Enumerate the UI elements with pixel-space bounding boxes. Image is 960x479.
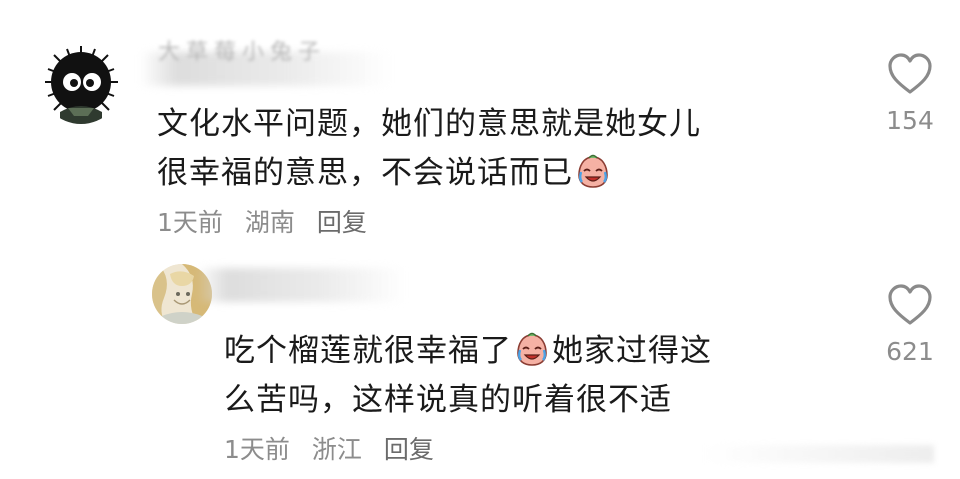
comment-meta: 1天前 浙江 回复 — [224, 430, 448, 466]
like-count: 154 — [886, 106, 934, 135]
comment-line: 文化水平问题，她们的意思就是她女儿 — [157, 106, 701, 142]
comment-location: 湖南 — [244, 208, 295, 237]
reply-button[interactable]: 回复 — [384, 435, 434, 464]
like-count: 621 — [886, 337, 934, 366]
comment-line: 么苦吗，这样说真的听着很不适 — [224, 382, 672, 418]
comment-line: 吃个榴莲就很幸福了 她家过得这 — [224, 327, 712, 376]
comment-location: 浙江 — [311, 435, 362, 464]
comment-text: 文化水平问题，她们的意思就是她女儿 很幸福的意思，不会说话而已 — [157, 100, 701, 198]
crying-face-emoji-icon — [573, 151, 613, 191]
comment-meta: 1天前 湖南 回复 — [157, 203, 381, 239]
watermark-blur — [704, 445, 934, 463]
heart-outline-icon[interactable] — [886, 283, 934, 327]
avatar[interactable] — [40, 42, 122, 124]
reply-button[interactable]: 回复 — [317, 208, 367, 237]
heart-outline-icon[interactable] — [886, 52, 934, 96]
like-button[interactable]: 621 — [875, 283, 945, 366]
username-blurred[interactable] — [196, 268, 406, 302]
like-button[interactable]: 154 — [875, 52, 945, 135]
comment-line: 很幸福的意思，不会说话而已 — [157, 149, 701, 198]
comment-line-text: 吃个榴莲就很幸福了 — [224, 333, 512, 369]
crying-face-emoji-icon — [512, 329, 552, 369]
comment-time: 1天前 — [224, 435, 290, 464]
username[interactable]: 大草莓小兔子 — [158, 34, 326, 66]
comment-line-text: 很幸福的意思，不会说话而已 — [157, 155, 573, 191]
comment-line-text: 她家过得这 — [552, 333, 712, 369]
comment-time: 1天前 — [157, 208, 223, 237]
comment-text: 吃个榴莲就很幸福了 她家过得这 么苦吗，这样说真的听着很不适 — [224, 327, 712, 425]
